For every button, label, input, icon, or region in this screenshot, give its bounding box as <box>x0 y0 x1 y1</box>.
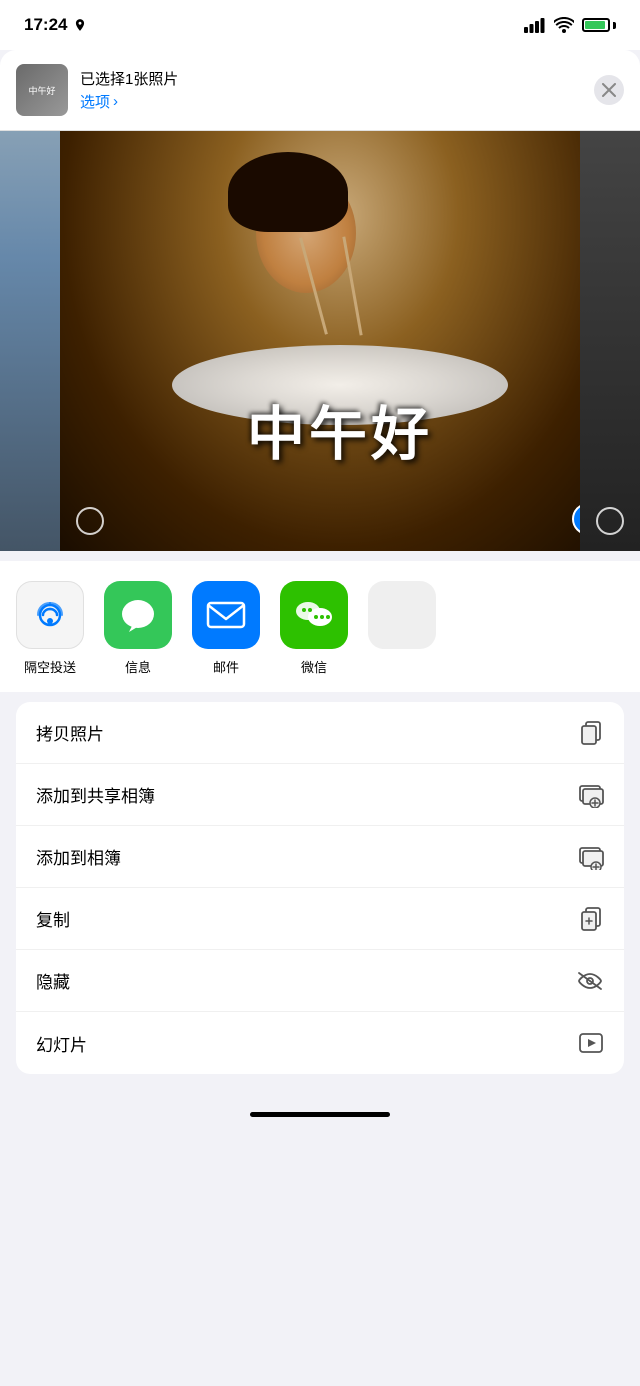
mail-envelope-icon <box>205 597 247 633</box>
share-header: 中午好 已选择1张照片 选项 › <box>0 50 640 131</box>
airdrop-label: 隔空投送 <box>24 657 76 676</box>
messages-app-icon <box>104 581 172 649</box>
home-indicator <box>0 1094 640 1134</box>
shared-album-icon <box>578 782 604 808</box>
add-shared-album-action[interactable]: 添加到共享相簿 <box>16 764 624 826</box>
header-info: 已选择1张照片 选项 › <box>80 68 582 112</box>
wechat-app-icon <box>280 581 348 649</box>
photo-left-partial <box>0 131 60 551</box>
status-icons <box>524 17 616 33</box>
right-unselected-circle <box>596 507 624 535</box>
add-album-icon <box>578 844 604 870</box>
app-item-airdrop[interactable]: 隔空投送 <box>16 581 84 676</box>
add-album-label: 添加到相簿 <box>36 844 121 869</box>
airdrop-icon <box>16 581 84 649</box>
slideshow-icon <box>578 1030 604 1056</box>
add-album-action[interactable]: 添加到相簿 <box>16 826 624 888</box>
more-apps-icon <box>368 581 436 649</box>
duplicate-label: 复制 <box>36 906 70 931</box>
hide-icon <box>576 970 604 992</box>
photo-main[interactable]: 中午好 <box>60 131 620 551</box>
share-sheet: 中午好 已选择1张照片 选项 › <box>0 50 640 1094</box>
wechat-label: 微信 <box>301 657 327 676</box>
meme-overlay-text: 中午好 <box>247 387 433 471</box>
photo-strip: 中午好 <box>0 131 640 551</box>
action-list: 拷贝照片 添加到共享相簿 添加到相簿 <box>16 702 624 1074</box>
wechat-bubbles-icon <box>292 595 336 635</box>
slideshow-label: 幻灯片 <box>36 1031 87 1056</box>
messages-label: 信息 <box>125 657 151 676</box>
signal-icon <box>524 17 546 33</box>
add-shared-album-label: 添加到共享相簿 <box>36 782 155 807</box>
duplicate-action[interactable]: 复制 <box>16 888 624 950</box>
close-icon <box>602 83 616 97</box>
close-button[interactable] <box>594 75 624 105</box>
app-item-wechat[interactable]: 微信 <box>280 581 348 676</box>
messages-bubble-icon <box>117 594 159 636</box>
slideshow-action[interactable]: 幻灯片 <box>16 1012 624 1074</box>
app-item-messages[interactable]: 信息 <box>104 581 172 676</box>
app-item-more[interactable] <box>368 581 436 676</box>
duplicate-icon <box>578 906 604 932</box>
unselected-indicator <box>76 507 104 535</box>
hide-action[interactable]: 隐藏 <box>16 950 624 1012</box>
app-row: 隔空投送 信息 邮件 <box>0 561 640 692</box>
app-item-mail[interactable]: 邮件 <box>192 581 260 676</box>
home-bar <box>250 1112 390 1117</box>
copy-photo-label: 拷贝照片 <box>36 720 104 745</box>
copy-photo-action[interactable]: 拷贝照片 <box>16 702 624 764</box>
options-link[interactable]: 选项 › <box>80 91 582 112</box>
status-bar: 17:24 <box>0 0 640 50</box>
status-time: 17:24 <box>24 15 87 35</box>
selected-count-label: 已选择1张照片 <box>80 68 582 89</box>
battery-icon <box>582 18 616 32</box>
wifi-icon <box>554 17 574 33</box>
hide-label: 隐藏 <box>36 968 70 993</box>
copy-photo-icon <box>578 720 604 746</box>
airdrop-wifi-icon <box>30 595 70 635</box>
photo-right-partial <box>580 131 640 551</box>
mail-label: 邮件 <box>213 657 239 676</box>
location-icon <box>73 18 87 32</box>
selected-photo-thumb: 中午好 <box>16 64 68 116</box>
mail-app-icon <box>192 581 260 649</box>
